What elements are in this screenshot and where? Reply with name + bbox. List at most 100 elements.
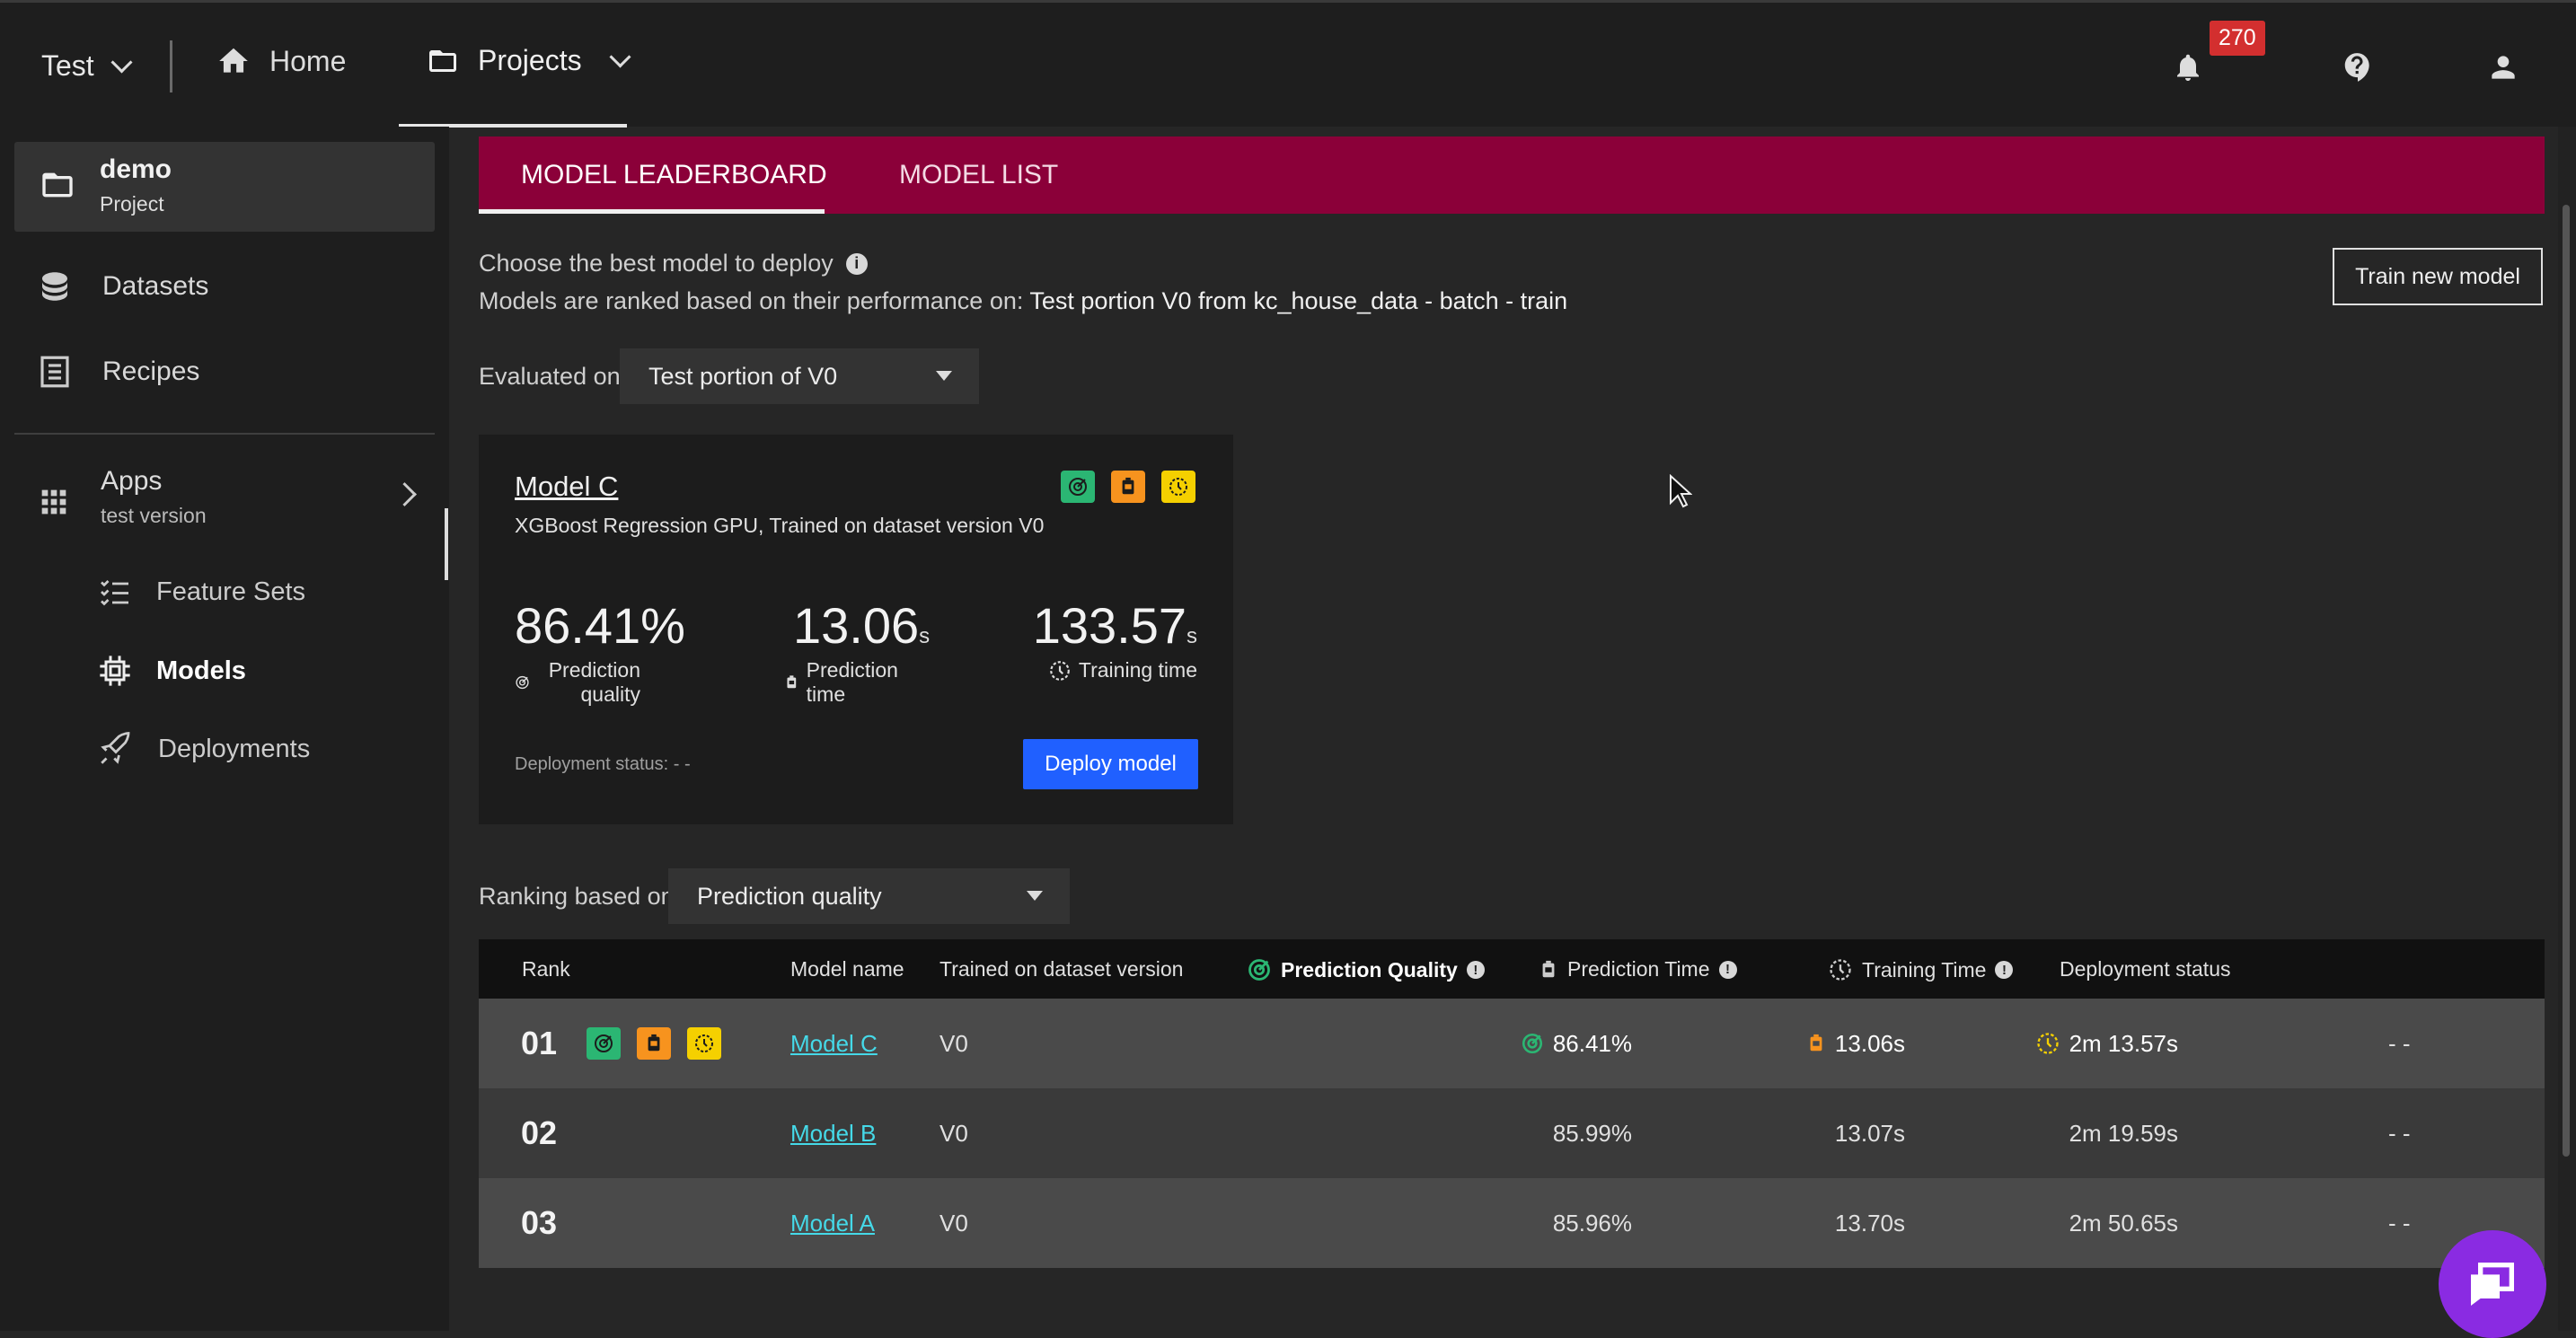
sidebar: demo Project Datasets Recipes Apps test …: [0, 127, 449, 1331]
deployment-status-cell: - -: [2388, 1029, 2411, 1057]
best-model-description: XGBoost Regression GPU, Trained on datas…: [515, 514, 1045, 537]
chat-launcher-button[interactable]: [2439, 1230, 2546, 1338]
sidebar-item-label: Deployments: [158, 734, 311, 763]
header-label: Prediction Quality: [1281, 957, 1458, 981]
leaderboard-table: Rank Model name Trained on dataset versi…: [479, 939, 2545, 1268]
metric-value: 86.41%: [515, 597, 685, 654]
chip-icon: [100, 656, 130, 686]
quality-cell: 85.96%: [1359, 1178, 1632, 1268]
nav-home[interactable]: Home: [216, 44, 346, 78]
metric-unit: s: [919, 624, 931, 648]
table-row[interactable]: 02 Model B V0 85.99% 13.07s 2m 19.59s - …: [479, 1088, 2545, 1178]
help-button[interactable]: [2341, 49, 2375, 90]
sidebar-item-label: Datasets: [102, 271, 209, 301]
deploy-model-button[interactable]: Deploy model: [1023, 739, 1198, 789]
training-time-cell: 2m 13.57s: [1909, 999, 2178, 1088]
stopwatch-icon: [1810, 1034, 1822, 1052]
info-icon[interactable]: !: [1718, 960, 1737, 979]
target-icon: [516, 675, 529, 690]
stopwatch-icon: [787, 675, 797, 689]
clock-icon: [1830, 959, 1851, 981]
metric-prediction-time: 13.06s Prediction time: [784, 596, 930, 707]
chevron-down-icon: [110, 51, 133, 74]
apps-version: test version: [101, 504, 207, 527]
nav-home-label: Home: [269, 44, 347, 77]
notification-count-badge: 270: [2210, 21, 2265, 56]
metric-label: Training time: [1078, 658, 1197, 682]
ranking-basis-dataset: Test portion V0 from kc_house_data - bat…: [1029, 287, 1568, 314]
scrollbar-thumb[interactable]: [2563, 205, 2570, 1157]
model-name-link[interactable]: Model A: [790, 1210, 875, 1237]
header-model-name: Model name: [790, 957, 904, 981]
header-training-time[interactable]: Training Time !: [1828, 957, 2014, 982]
clock-icon: [687, 1027, 721, 1060]
top-navigation-bar: Test Home Projects 270: [0, 0, 2576, 129]
training-time-value: 2m 13.57s: [2069, 1029, 2178, 1057]
model-name-link[interactable]: Model C: [790, 1030, 878, 1058]
ranking-based-on-select[interactable]: Prediction quality: [668, 868, 1070, 924]
evaluated-on-select[interactable]: Test portion of V0: [620, 348, 979, 404]
rank-cell: 02: [521, 1114, 558, 1151]
header-trained-on: Trained on dataset version: [940, 957, 1184, 981]
prediction-time-cell: 13.06s: [1636, 999, 1905, 1088]
sidebar-item-datasets[interactable]: Datasets: [36, 267, 208, 306]
ranking-basis-prefix: Models are ranked based on their perform…: [479, 287, 1030, 314]
training-time-cell: 2m 19.59s: [1909, 1088, 2178, 1178]
home-icon: [219, 48, 248, 73]
best-model-card: Model C XGBoost Regression GPU, Trained …: [479, 435, 1233, 824]
metric-label: Prediction time: [806, 658, 898, 706]
tab-bar: MODEL LEADERBOARD MODEL LIST: [479, 136, 2545, 214]
chevron-down-icon[interactable]: [609, 46, 631, 68]
evaluated-on-label: Evaluated on: [479, 363, 621, 390]
table-row[interactable]: 03 Model A V0 85.96% 13.70s 2m 50.65s - …: [479, 1178, 2545, 1268]
tab-label: MODEL LEADERBOARD: [521, 160, 827, 189]
sidebar-item-models[interactable]: Models: [97, 653, 246, 689]
metric-value: 13.06: [793, 597, 920, 654]
apps-grid-icon: [41, 489, 66, 515]
info-icon[interactable]: !: [1995, 961, 2014, 979]
header-prediction-quality[interactable]: Prediction Quality !: [1247, 957, 1485, 982]
prediction-time-value: 13.70s: [1834, 1209, 1905, 1237]
rocket-icon: [101, 732, 130, 764]
nav-projects[interactable]: Projects: [399, 3, 631, 129]
workspace-selector[interactable]: Test: [41, 49, 133, 83]
model-name-link[interactable]: Model B: [790, 1120, 876, 1148]
notifications-button[interactable]: [2172, 49, 2204, 90]
sidebar-project-card[interactable]: demo Project: [14, 142, 435, 232]
quality-value: 86.41%: [1552, 1029, 1632, 1057]
info-icon[interactable]: i: [845, 252, 868, 275]
rank-cell: 03: [521, 1204, 558, 1241]
header-prediction-time[interactable]: Prediction Time !: [1539, 957, 1737, 981]
ranking-based-on-label: Ranking based on: [479, 883, 675, 910]
sidebar-item-deployments[interactable]: Deployments: [97, 730, 310, 768]
target-icon: [1061, 471, 1095, 503]
caret-down-icon: [936, 371, 952, 381]
training-time-value: 2m 19.59s: [2069, 1119, 2178, 1147]
train-new-model-button[interactable]: Train new model: [2333, 248, 2543, 305]
sidebar-item-feature-sets[interactable]: Feature Sets: [97, 576, 305, 608]
nav-projects-label: Projects: [478, 44, 582, 76]
user-menu-button[interactable]: [2486, 49, 2520, 90]
clock-icon: [1161, 471, 1195, 503]
sidebar-item-label: Recipes: [102, 357, 200, 386]
best-model-name-link[interactable]: Model C: [515, 471, 618, 503]
target-icon: [1522, 1033, 1542, 1054]
tab-model-leaderboard[interactable]: MODEL LEADERBOARD: [521, 136, 827, 214]
sidebar-item-recipes[interactable]: Recipes: [36, 353, 199, 391]
version-cell: V0: [940, 1119, 968, 1147]
quality-cell: 86.41%: [1359, 999, 1632, 1088]
sidebar-divider: [14, 433, 435, 435]
folder-open-icon: [429, 49, 456, 72]
info-icon[interactable]: !: [1466, 961, 1485, 979]
training-time-value: 2m 50.65s: [2069, 1209, 2178, 1237]
best-model-badges: [1061, 471, 1195, 503]
deployment-status-cell: - -: [2388, 1119, 2411, 1147]
project-type: Project: [100, 192, 164, 216]
quality-cell: 85.99%: [1359, 1088, 1632, 1178]
sidebar-item-apps[interactable]: Apps test version: [36, 466, 417, 529]
tab-model-list[interactable]: MODEL LIST: [899, 136, 1058, 214]
table-row[interactable]: 01 Model C V0 86.41% 13.06s 2m 13.57s - …: [479, 999, 2545, 1088]
deployment-status-cell: - -: [2388, 1209, 2411, 1237]
clock-icon: [2036, 1033, 2059, 1054]
target-icon: [1248, 959, 1270, 981]
